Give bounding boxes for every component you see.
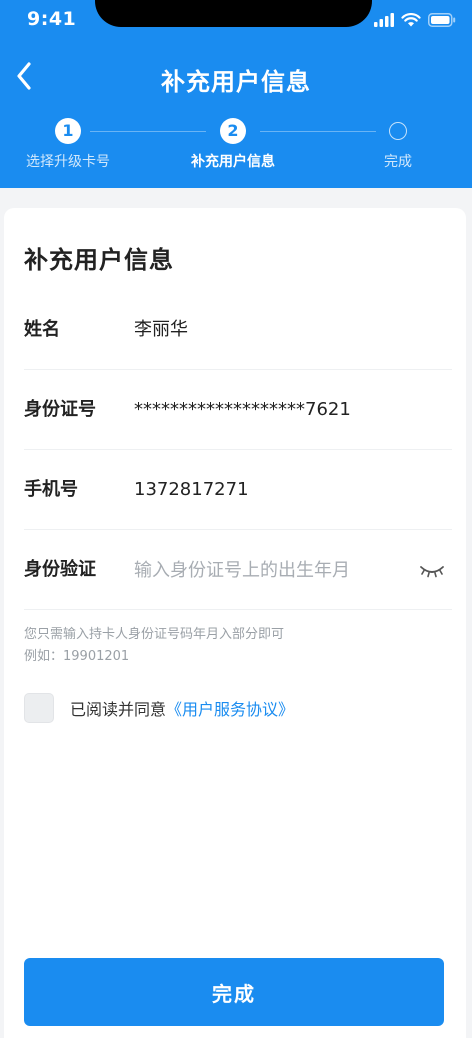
phone-label: 手机号 — [24, 479, 78, 500]
step-number: 2 — [220, 118, 246, 144]
progress-stepper: 1 选择升级卡号 2 补充用户信息 完成 — [0, 118, 472, 178]
status-icons — [374, 11, 456, 29]
id-number-row: 身份证号 *******************7621 — [24, 370, 452, 450]
id-verify-row: 身份验证 — [24, 530, 452, 610]
name-label: 姓名 — [24, 319, 60, 340]
step-label: 补充用户信息 — [191, 154, 275, 170]
hint-line-2: 例如：19901201 — [24, 649, 130, 664]
step-number: 1 — [55, 118, 81, 144]
signal-icon — [374, 13, 394, 27]
agreement-text: 已阅读并同意 — [70, 700, 167, 719]
hint-line-1: 您只需输入持卡人身份证号码年月入部分即可 — [24, 627, 285, 642]
step-pending-circle — [389, 122, 407, 140]
step-2: 2 补充用户信息 — [163, 118, 303, 171]
form-card: 补充用户信息 姓名 李丽华 身份证号 *******************76… — [4, 208, 466, 1038]
hint-text: 您只需输入持卡人身份证号码年月入部分即可 例如：19901201 — [24, 624, 444, 668]
battery-icon — [428, 13, 456, 27]
agreement-row: 已阅读并同意 《用户服务协议》 — [24, 692, 294, 724]
agreement-checkbox[interactable] — [24, 693, 54, 723]
phone-row: 手机号 13728172​71 — [24, 450, 452, 530]
finish-button[interactable]: 完成 — [24, 958, 444, 1026]
birth-date-input[interactable] — [134, 552, 394, 588]
form-title: 补充用户信息 — [24, 246, 174, 274]
step-1: 1 选择升级卡号 — [0, 118, 138, 171]
device-notch — [95, 0, 372, 27]
step-label: 完成 — [384, 154, 412, 170]
status-bar: 9:41 — [0, 0, 472, 40]
page-title: 补充用户信息 — [161, 68, 311, 96]
phone-value: 13728172​71 — [134, 479, 249, 500]
name-value: 李丽华 — [134, 319, 188, 340]
id-verify-label: 身份验证 — [24, 559, 96, 580]
nav-bar: 补充用户信息 — [0, 48, 472, 104]
eye-closed-icon[interactable] — [418, 558, 446, 582]
header: 9:41 补充用户信息 1 选择升级卡号 2 补充用户信息 完成 — [0, 0, 472, 188]
step-label: 选择升级卡号 — [26, 154, 110, 170]
status-time: 9:41 — [27, 8, 77, 30]
id-number-value: *******************7621 — [134, 399, 351, 420]
name-row: 姓名 李丽华 — [24, 290, 452, 370]
user-agreement-link[interactable]: 《用户服务协议》 — [166, 696, 294, 720]
id-number-label: 身份证号 — [24, 399, 96, 420]
wifi-icon — [401, 13, 421, 27]
step-3: 完成 — [328, 118, 468, 171]
